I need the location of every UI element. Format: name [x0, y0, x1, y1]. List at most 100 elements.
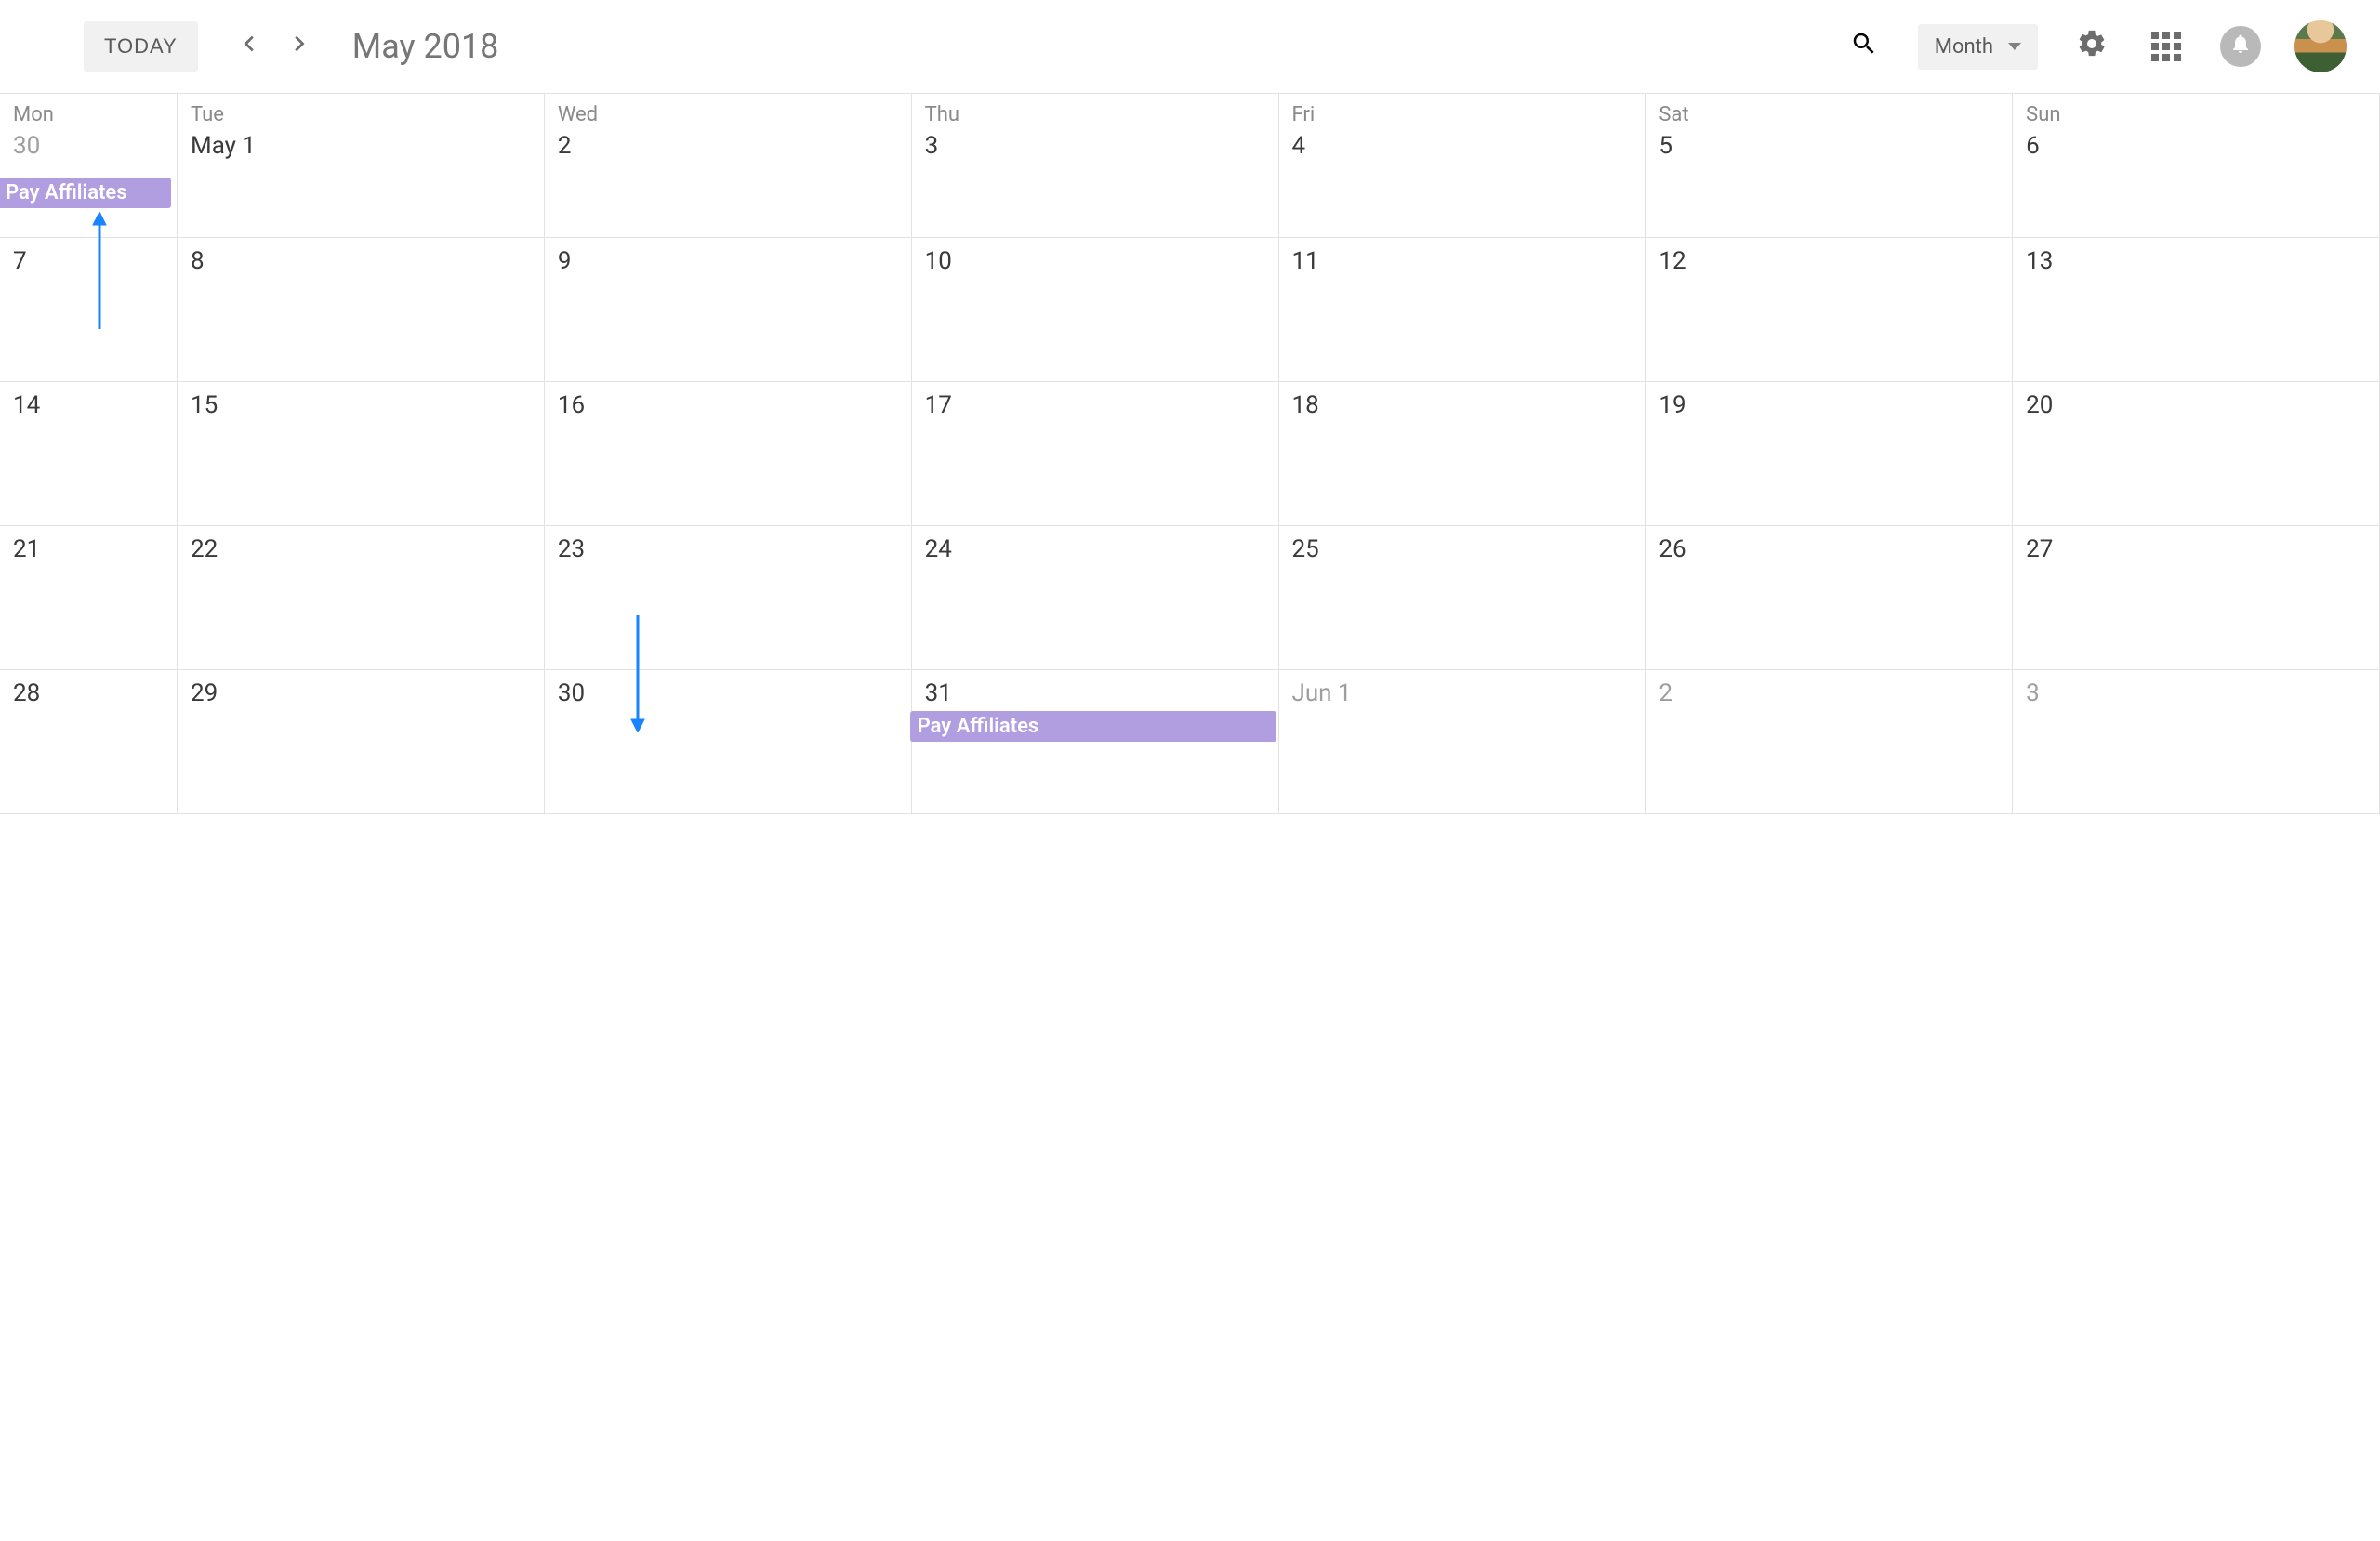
gear-icon — [2076, 28, 2108, 65]
day-cell[interactable]: 7 — [0, 238, 178, 382]
month-title: May 2018 — [352, 27, 499, 66]
day-cell[interactable]: 23 — [545, 526, 912, 670]
day-cell[interactable]: 13 — [2013, 238, 2380, 382]
day-number: 16 — [558, 391, 898, 419]
today-button[interactable]: TODAY — [84, 21, 198, 72]
search-icon — [1850, 30, 1878, 63]
day-cell[interactable]: 12 — [1646, 238, 2013, 382]
weekday-label: Fri — [1292, 103, 1633, 126]
chevron-left-icon — [240, 33, 260, 59]
day-cell[interactable]: 11 — [1279, 238, 1646, 382]
day-cell[interactable]: 16 — [545, 382, 912, 526]
day-number: 22 — [191, 535, 531, 563]
bell-icon — [2229, 33, 2252, 60]
day-number: 21 — [13, 535, 164, 563]
day-number: 30 — [558, 679, 898, 707]
weekday-label: Sat — [1659, 103, 1999, 126]
day-number: 28 — [13, 679, 164, 707]
day-cell[interactable]: 31 Pay Affiliates — [912, 670, 1279, 814]
day-cell[interactable]: TueMay 1 — [178, 94, 545, 238]
day-number: 13 — [2026, 247, 2366, 275]
prev-month-button[interactable] — [228, 24, 272, 69]
day-number: 10 — [925, 247, 1265, 275]
settings-button[interactable] — [2071, 26, 2112, 67]
day-cell[interactable]: 30 — [545, 670, 912, 814]
day-number: 31 — [925, 679, 1265, 707]
calendar-grid-wrapper: Mon30Pay AffiliatesTueMay 1Wed2Thu3Fri4S… — [0, 93, 2380, 814]
weekday-label: Tue — [191, 103, 531, 126]
day-number: 6 — [2026, 132, 2366, 160]
day-cell[interactable]: 22 — [178, 526, 545, 670]
day-number: 20 — [2026, 391, 2366, 419]
view-select[interactable]: Month — [1918, 24, 2038, 70]
day-number: 27 — [2026, 535, 2366, 563]
day-number: 3 — [2026, 679, 2366, 707]
day-cell[interactable]: 10 — [912, 238, 1279, 382]
day-cell[interactable]: 29 — [178, 670, 545, 814]
apps-grid-icon — [2151, 32, 2181, 61]
calendar-grid: Mon30Pay AffiliatesTueMay 1Wed2Thu3Fri4S… — [0, 93, 2380, 814]
day-cell[interactable]: Thu 3 — [912, 94, 1279, 238]
weekday-label: Thu — [925, 103, 1265, 126]
day-number: 29 — [191, 679, 531, 707]
next-month-button[interactable] — [276, 24, 321, 69]
day-cell[interactable]: 19 — [1646, 382, 2013, 526]
calendar-event[interactable]: Pay Affiliates — [0, 178, 171, 208]
calendar-header: TODAY May 2018 Month — [0, 0, 2380, 93]
day-number: 9 — [558, 247, 898, 275]
user-avatar[interactable] — [2294, 20, 2347, 72]
day-number: 8 — [191, 247, 531, 275]
day-cell[interactable]: Sat 5 — [1646, 94, 2013, 238]
day-number: 23 — [558, 535, 898, 563]
day-cell[interactable]: 24 — [912, 526, 1279, 670]
day-cell[interactable]: 15 — [178, 382, 545, 526]
view-select-label: Month — [1935, 35, 1993, 59]
annotation-arrow-down — [628, 615, 647, 732]
day-cell[interactable]: Sun 6 — [2013, 94, 2380, 238]
day-number: 19 — [1659, 391, 1999, 419]
day-number: 11 — [1292, 247, 1633, 275]
day-cell[interactable]: 25 — [1279, 526, 1646, 670]
day-cell[interactable]: 21 — [0, 526, 178, 670]
day-cell[interactable]: 18 — [1279, 382, 1646, 526]
day-number: 30 — [13, 132, 164, 160]
search-button[interactable] — [1844, 26, 1884, 67]
day-cell[interactable]: Fri 4 — [1279, 94, 1646, 238]
day-number: 5 — [1659, 132, 1999, 160]
day-cell[interactable]: Mon30Pay Affiliates — [0, 94, 178, 238]
day-number: 24 — [925, 535, 1265, 563]
day-cell[interactable]: 8 — [178, 238, 545, 382]
day-number: 7 — [13, 247, 164, 275]
day-number: 4 — [1292, 132, 1633, 160]
day-cell[interactable]: 20 — [2013, 382, 2380, 526]
day-number: 3 — [925, 132, 1265, 160]
notifications-button[interactable] — [2220, 26, 2261, 67]
day-cell[interactable]: 14 — [0, 382, 178, 526]
day-number: 17 — [925, 391, 1265, 419]
day-number: 15 — [191, 391, 531, 419]
day-cell[interactable]: 17 — [912, 382, 1279, 526]
day-cell[interactable]: Wed 2 — [545, 94, 912, 238]
day-cell[interactable]: 27 — [2013, 526, 2380, 670]
weekday-label: Wed — [558, 103, 898, 126]
header-left: TODAY May 2018 — [0, 21, 498, 72]
day-number: 12 — [1659, 247, 1999, 275]
chevron-right-icon — [288, 33, 309, 59]
weekday-label: Sun — [2026, 103, 2366, 126]
day-number: 14 — [13, 391, 164, 419]
day-number: 2 — [558, 132, 898, 160]
day-cell[interactable]: 3 — [2013, 670, 2380, 814]
day-number: 26 — [1659, 535, 1999, 563]
day-number: Jun 1 — [1292, 679, 1633, 707]
day-cell[interactable]: 28 — [0, 670, 178, 814]
day-cell[interactable]: Jun 1 — [1279, 670, 1646, 814]
annotation-arrow-up — [90, 212, 109, 329]
day-cell[interactable]: 2 — [1646, 670, 2013, 814]
day-number: 25 — [1292, 535, 1633, 563]
day-cell[interactable]: 26 — [1646, 526, 2013, 670]
header-right: Month — [1844, 20, 2361, 72]
apps-button[interactable] — [2146, 26, 2187, 67]
day-cell[interactable]: 9 — [545, 238, 912, 382]
calendar-event[interactable]: Pay Affiliates — [910, 711, 1276, 742]
month-nav — [228, 24, 321, 69]
